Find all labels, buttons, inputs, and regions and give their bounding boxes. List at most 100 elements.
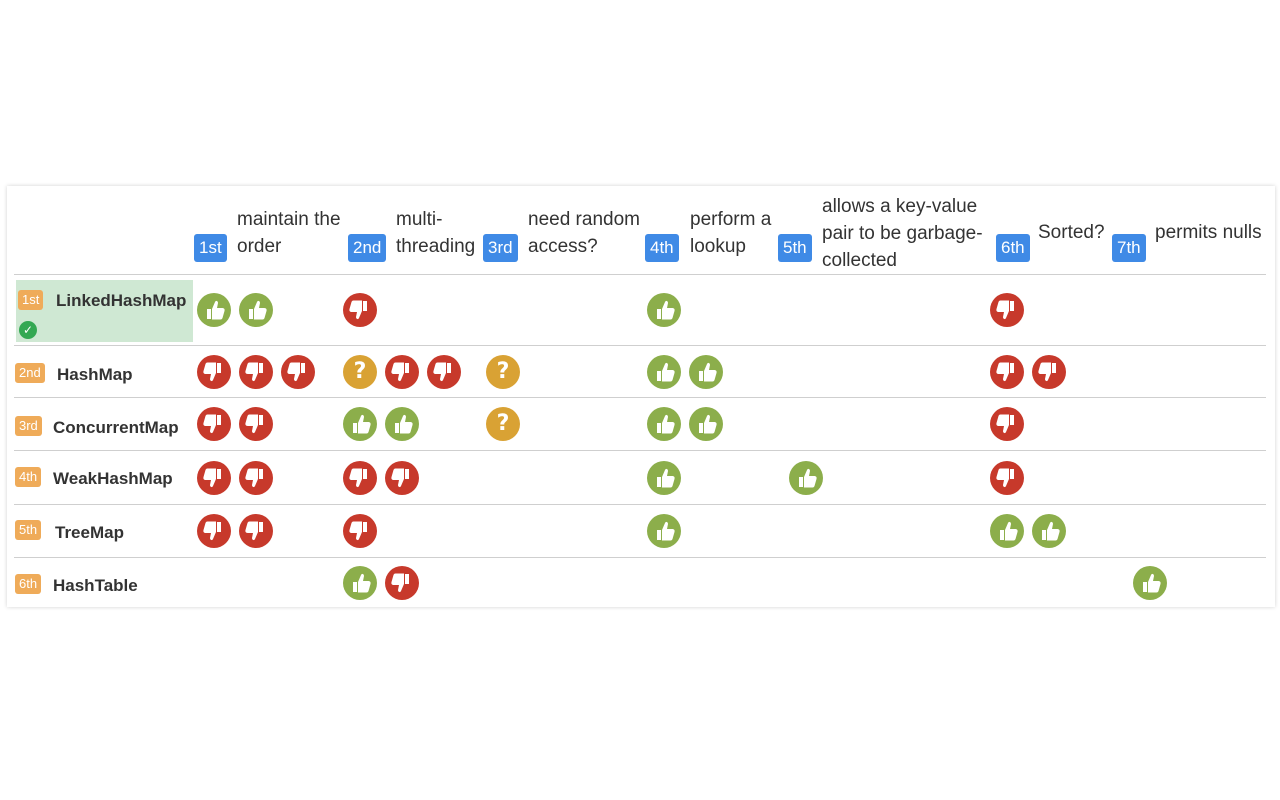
criterion-label: perform a lookup [690, 209, 772, 257]
rating-cell [647, 398, 723, 450]
thumbs-up-icon [647, 293, 681, 327]
rating-cell [197, 398, 273, 450]
criterion-rank-badge: 5th [778, 234, 812, 262]
thumbs-down-icon [239, 407, 273, 441]
thumbs-down-icon [990, 293, 1024, 327]
option-name-cell: 3rd ConcurrentMap [14, 398, 192, 450]
thumbs-up-icon [689, 354, 723, 389]
rating-cell: ? [486, 346, 520, 397]
thumbs-up-icon [343, 407, 377, 441]
rating-cell [197, 275, 273, 345]
thumbs-down-icon [239, 514, 273, 548]
comparison-table: 1st maintain the order 2nd multi-threadi… [7, 186, 1275, 607]
criterion-2[interactable]: 2nd multi-threading [348, 186, 483, 274]
rating-cell [789, 451, 823, 504]
rating-cell [197, 346, 315, 397]
option-rank-badge: 5th [15, 520, 42, 540]
option-name: WeakHashMap [53, 469, 173, 488]
rating-cell [990, 275, 1024, 345]
option-name: LinkedHashMap [56, 291, 187, 310]
rating-cell [1133, 558, 1167, 607]
rating-cell [343, 451, 419, 504]
thumbs-down-icon [1032, 354, 1066, 389]
thumbs-down-icon [197, 460, 231, 495]
thumbs-up-icon [689, 407, 723, 441]
option-row[interactable]: 2nd HashMap?? [14, 346, 1266, 398]
option-name: HashTable [53, 576, 138, 595]
option-rank-badge: 1st [18, 290, 44, 310]
criterion-label: allows a key-value pair to be garbage-co… [822, 196, 983, 271]
option-rank-badge: 2nd [15, 363, 45, 383]
thumbs-up-icon [1032, 514, 1066, 548]
thumbs-up-icon [990, 514, 1024, 548]
thumbs-down-icon [427, 354, 461, 389]
criterion-label: permits nulls [1155, 222, 1262, 243]
rating-cell: ? [486, 398, 520, 450]
criterion-5[interactable]: 5th allows a key-value pair to be garbag… [778, 186, 998, 274]
rating-cell [343, 505, 377, 557]
thumbs-down-icon [385, 565, 419, 600]
thumbs-down-icon [343, 460, 377, 495]
question-icon: ? [486, 354, 520, 389]
option-name: ConcurrentMap [53, 418, 179, 437]
thumbs-up-icon [647, 354, 681, 389]
option-row[interactable]: 6th HashTable [14, 558, 1266, 607]
rating-cell [990, 398, 1024, 450]
option-name-cell: 4th WeakHashMap [14, 451, 192, 504]
rating-cell: ? [343, 346, 461, 397]
thumbs-up-icon [385, 407, 419, 441]
thumbs-down-icon [385, 354, 419, 389]
rating-cell [990, 451, 1024, 504]
thumbs-down-icon [239, 460, 273, 495]
criterion-7[interactable]: 7th permits nulls [1112, 186, 1272, 274]
criterion-rank-badge: 6th [996, 234, 1030, 262]
rating-cell [647, 346, 723, 397]
criteria-header: 1st maintain the order 2nd multi-threadi… [14, 186, 1266, 275]
rating-cell [647, 505, 681, 557]
rating-cell [197, 451, 273, 504]
criterion-rank-badge: 4th [645, 234, 679, 262]
thumbs-down-icon [197, 354, 231, 389]
criterion-3[interactable]: 3rd need random access? [483, 186, 643, 274]
option-rank-badge: 4th [15, 467, 42, 487]
option-row[interactable]: 4th WeakHashMap [14, 451, 1266, 505]
option-name-cell: 1st LinkedHashMap ✓ [16, 280, 193, 342]
thumbs-up-icon [647, 460, 681, 495]
rating-cell [343, 398, 419, 450]
thumbs-down-icon [343, 293, 377, 327]
thumbs-down-icon [990, 354, 1024, 389]
option-name: TreeMap [55, 523, 124, 542]
thumbs-up-icon [197, 293, 231, 327]
option-name-cell: 2nd HashMap [14, 346, 192, 397]
thumbs-down-icon [385, 460, 419, 495]
criterion-1[interactable]: 1st maintain the order [194, 186, 354, 274]
criterion-6[interactable]: 6th Sorted? [996, 186, 1111, 274]
option-row[interactable]: 1st LinkedHashMap ✓ [14, 275, 1266, 346]
thumbs-up-icon [1133, 565, 1167, 600]
rating-cell [343, 558, 419, 607]
option-rank-badge: 3rd [15, 416, 42, 436]
thumbs-down-icon [343, 514, 377, 548]
criterion-rank-badge: 3rd [483, 234, 518, 262]
criterion-rank-badge: 2nd [348, 234, 387, 262]
rating-cell [647, 451, 681, 504]
rating-cell [990, 346, 1066, 397]
thumbs-up-icon [789, 460, 823, 495]
rating-cell [197, 505, 273, 557]
question-icon: ? [343, 354, 377, 389]
criterion-4[interactable]: 4th perform a lookup [645, 186, 775, 274]
thumbs-up-icon [343, 565, 377, 600]
criterion-label: maintain the order [237, 209, 341, 257]
option-row[interactable]: 3rd ConcurrentMap? [14, 398, 1266, 451]
rating-cell [647, 275, 681, 345]
option-row[interactable]: 5th TreeMap [14, 505, 1266, 558]
option-name: HashMap [57, 365, 133, 384]
thumbs-down-icon [281, 354, 315, 389]
rating-cell [990, 505, 1066, 557]
thumbs-up-icon [239, 293, 273, 327]
check-circle-icon: ✓ [19, 321, 37, 339]
criterion-label: Sorted? [1038, 222, 1105, 243]
thumbs-down-icon [990, 460, 1024, 495]
thumbs-up-icon [647, 514, 681, 548]
option-rank-badge: 6th [15, 574, 42, 594]
